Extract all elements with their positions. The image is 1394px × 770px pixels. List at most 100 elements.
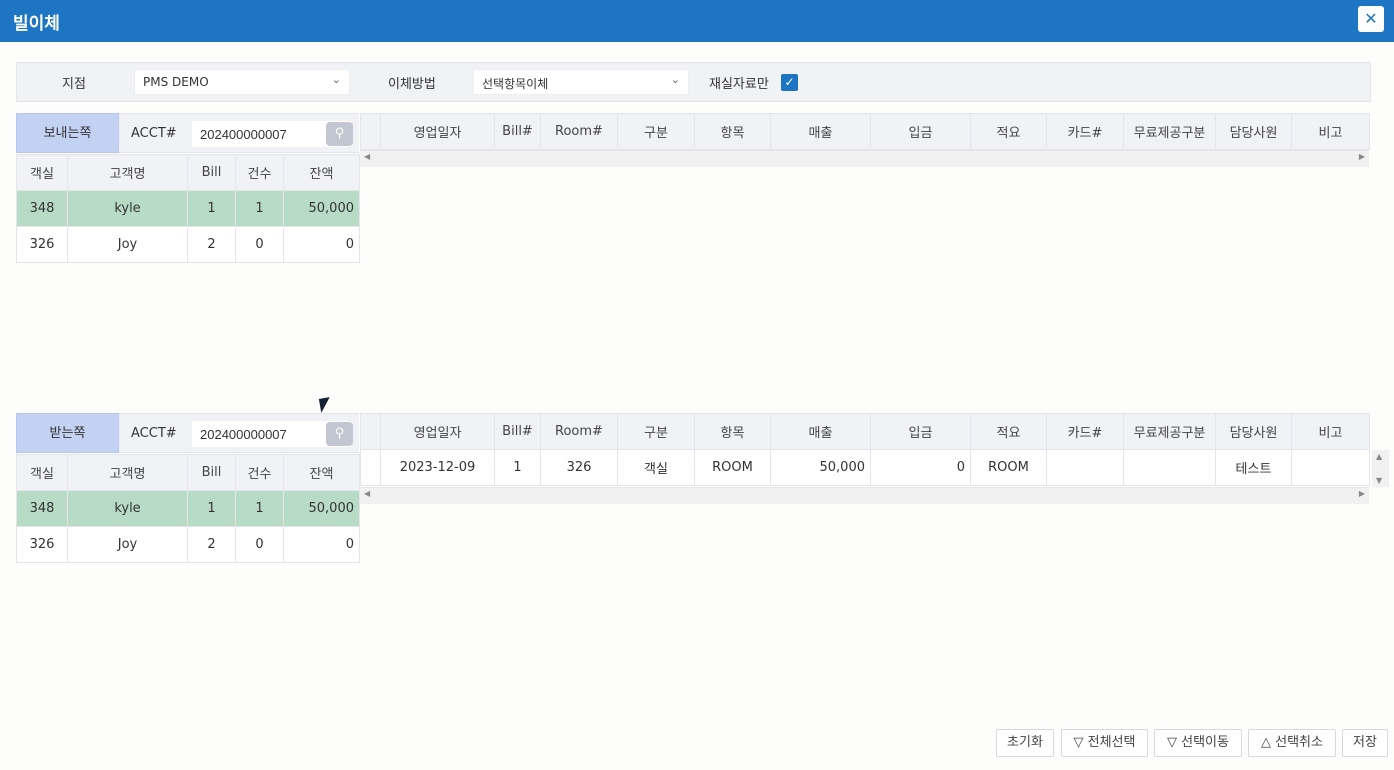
scroll-left-icon[interactable]: ◀ xyxy=(364,152,370,161)
col-type: 구분 xyxy=(617,413,695,450)
close-icon[interactable]: ✕ xyxy=(1358,6,1384,32)
cell-card xyxy=(1046,449,1124,486)
cell-name: kyle xyxy=(67,490,188,527)
cell-memo: ROOM xyxy=(970,449,1047,486)
col-balance: 잔액 xyxy=(283,454,360,491)
cell-balance: 50,000 xyxy=(283,490,360,527)
col-note: 비고 xyxy=(1291,113,1370,150)
cell-name: Joy xyxy=(67,226,188,263)
select-all-button[interactable]: ▽ 전체선택 xyxy=(1061,729,1148,757)
cell-room: 348 xyxy=(16,190,68,227)
receiver-table: 객실 고객명 Bill 건수 잔액 348 kyle 1 1 50,000 32… xyxy=(16,454,360,563)
col-count: 건수 xyxy=(235,454,284,491)
save-button[interactable]: 저장 xyxy=(1342,729,1388,757)
cell-room: 326 xyxy=(540,449,618,486)
col-bill: Bill# xyxy=(494,113,541,150)
mouse-cursor-icon xyxy=(318,397,333,413)
col-bill: Bill xyxy=(187,454,236,491)
receiver-detail-table: 영업일자 Bill# Room# 구분 항목 매출 입금 적요 카드# 무료제공… xyxy=(360,413,1370,486)
col-sales: 매출 xyxy=(770,113,871,150)
chevron-down-icon: ⌄ xyxy=(331,73,341,86)
cell-room: 326 xyxy=(16,526,68,563)
receiver-vertical-scrollbar[interactable]: ▲ ▼ xyxy=(1372,450,1389,487)
sender-acct-box: ACCT# ⚲ xyxy=(119,113,359,153)
col-deposit: 입금 xyxy=(870,113,971,150)
col-free: 무료제공구분 xyxy=(1123,413,1216,450)
cell-bill: 2 xyxy=(187,226,236,263)
scroll-right-icon[interactable]: ▶ xyxy=(1359,489,1365,498)
col-blank xyxy=(360,413,381,450)
cell-room: 326 xyxy=(16,226,68,263)
filter-bar: 지점 PMS DEMO ⌄ 이체방법 선택항목이체 ⌄ 재실자료만 ✓ xyxy=(16,62,1371,102)
col-staff: 담당사원 xyxy=(1215,113,1292,150)
cell-room: 348 xyxy=(16,490,68,527)
col-item: 항목 xyxy=(694,413,771,450)
col-memo: 적요 xyxy=(970,413,1047,450)
sender-header: 보내는쪽 ACCT# ⚲ xyxy=(16,113,359,153)
cell-balance: 0 xyxy=(283,526,360,563)
scroll-left-icon[interactable]: ◀ xyxy=(364,489,370,498)
reset-button[interactable]: 초기화 xyxy=(996,729,1054,757)
receiver-acct-box: ACCT# ⚲ xyxy=(119,413,359,453)
cell-count: 1 xyxy=(235,190,284,227)
col-date: 영업일자 xyxy=(380,413,495,450)
sender-horizontal-scrollbar[interactable]: ◀ ▶ xyxy=(360,150,1369,167)
branch-select[interactable]: PMS DEMO ⌄ xyxy=(134,69,350,95)
col-bill: Bill xyxy=(187,154,236,191)
cell-blank xyxy=(360,449,381,486)
col-free: 무료제공구분 xyxy=(1123,113,1216,150)
col-type: 구분 xyxy=(617,113,695,150)
cell-name: kyle xyxy=(67,190,188,227)
col-item: 항목 xyxy=(694,113,771,150)
receiver-label: 받는쪽 xyxy=(16,413,119,453)
table-row[interactable]: 326 Joy 2 0 0 xyxy=(16,226,360,263)
cell-balance: 50,000 xyxy=(283,190,360,227)
table-row[interactable]: 348 kyle 1 1 50,000 xyxy=(16,490,360,527)
sender-acct-label: ACCT# xyxy=(131,126,177,141)
col-memo: 적요 xyxy=(970,113,1047,150)
cell-date: 2023-12-09 xyxy=(380,449,495,486)
real-only-checkbox[interactable]: ✓ xyxy=(781,74,798,91)
table-row[interactable]: 348 kyle 1 1 50,000 xyxy=(16,190,360,227)
move-selected-button[interactable]: ▽ 선택이동 xyxy=(1154,729,1242,757)
col-note: 비고 xyxy=(1291,413,1370,450)
col-blank xyxy=(360,113,381,150)
cell-count: 1 xyxy=(235,490,284,527)
cell-type: 객실 xyxy=(617,449,695,486)
branch-value: PMS DEMO xyxy=(143,75,209,89)
sender-detail-table: 영업일자 Bill# Room# 구분 항목 매출 입금 적요 카드# 무료제공… xyxy=(360,113,1370,150)
col-balance: 잔액 xyxy=(283,154,360,191)
cell-sales: 50,000 xyxy=(770,449,871,486)
scroll-right-icon[interactable]: ▶ xyxy=(1359,152,1365,161)
method-select[interactable]: 선택항목이체 ⌄ xyxy=(473,69,689,95)
cancel-selected-button[interactable]: △ 선택취소 xyxy=(1248,729,1336,757)
col-name: 고객명 xyxy=(67,454,188,491)
cell-note xyxy=(1291,449,1370,486)
sender-table: 객실 고객명 Bill 건수 잔액 348 kyle 1 1 50,000 32… xyxy=(16,154,360,263)
method-value: 선택항목이체 xyxy=(482,77,549,91)
col-deposit: 입금 xyxy=(870,413,971,450)
search-icon[interactable]: ⚲ xyxy=(326,422,353,446)
col-room: 객실 xyxy=(16,154,68,191)
sender-label: 보내는쪽 xyxy=(16,113,119,153)
cell-bill: 1 xyxy=(187,190,236,227)
scroll-down-icon[interactable]: ▼ xyxy=(1376,476,1382,485)
col-card: 카드# xyxy=(1046,413,1124,450)
table-row[interactable]: 2023-12-09 1 326 객실 ROOM 50,000 0 ROOM 테… xyxy=(360,449,1370,486)
scroll-up-icon[interactable]: ▲ xyxy=(1376,452,1382,461)
col-count: 건수 xyxy=(235,154,284,191)
cell-count: 0 xyxy=(235,526,284,563)
cell-deposit: 0 xyxy=(870,449,971,486)
receiver-header: 받는쪽 ACCT# ⚲ xyxy=(16,413,359,453)
chevron-down-icon: ⌄ xyxy=(670,73,680,86)
table-row[interactable]: 326 Joy 2 0 0 xyxy=(16,526,360,563)
col-date: 영업일자 xyxy=(380,113,495,150)
cell-name: Joy xyxy=(67,526,188,563)
receiver-acct-label: ACCT# xyxy=(131,426,177,441)
cell-staff: 테스트 xyxy=(1215,449,1292,486)
search-icon[interactable]: ⚲ xyxy=(326,122,353,146)
method-label: 이체방법 xyxy=(388,77,436,92)
cell-bill: 2 xyxy=(187,526,236,563)
receiver-horizontal-scrollbar[interactable]: ◀ ▶ xyxy=(360,487,1369,504)
col-room: Room# xyxy=(540,113,618,150)
